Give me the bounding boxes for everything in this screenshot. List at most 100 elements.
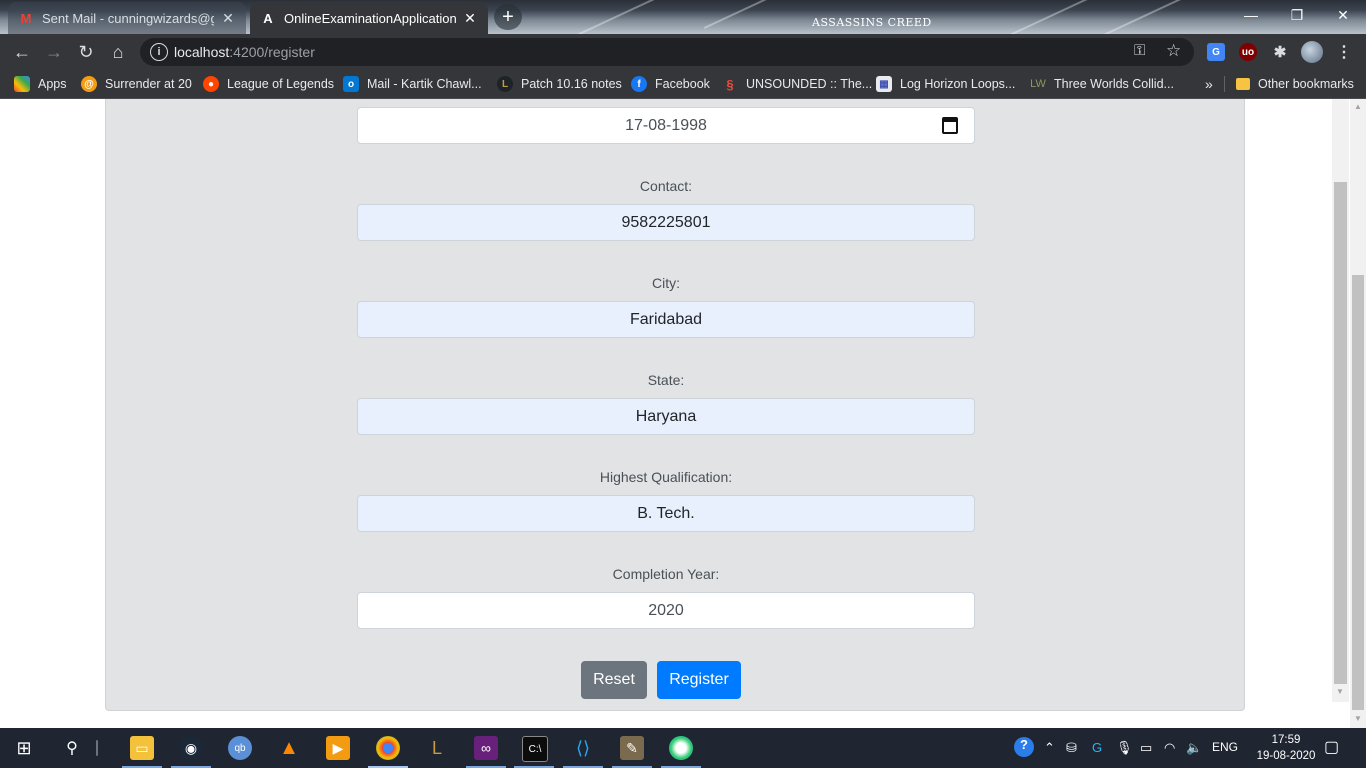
bookmark-surrender-at-20[interactable]: @ Surrender at 20 (81, 76, 192, 92)
media-player-icon[interactable]: ▶ (326, 736, 350, 760)
register-button[interactable]: Register (657, 661, 741, 699)
background-streak (565, 0, 675, 34)
background-streak (703, 0, 787, 29)
vscode-icon[interactable]: ⟨⟩ (571, 736, 595, 760)
url-text[interactable]: localhost:4200/register (174, 44, 315, 60)
taskbar-clock[interactable]: 17:59 19-08-2020 (1246, 732, 1326, 764)
bookmark-mail[interactable]: o Mail - Kartik Chawl... (343, 76, 482, 92)
close-icon[interactable]: ✕ (462, 10, 478, 27)
apps-grid-icon (14, 76, 30, 92)
visual-studio-icon[interactable]: ∞ (474, 736, 498, 760)
vlc-icon[interactable]: ▲ (277, 736, 301, 760)
tab-online-examination[interactable]: A OnlineExaminationApplication ✕ (250, 2, 488, 34)
bookmark-patch-notes[interactable]: L Patch 10.16 notes (497, 76, 622, 92)
bookmark-apps[interactable]: Apps (14, 76, 67, 92)
chevron-up-icon[interactable]: ▲ (1354, 102, 1362, 111)
bookmark-league-of-legends[interactable]: ● League of Legends (203, 76, 334, 92)
outlook-icon: o (343, 76, 359, 92)
page-scrollbar-thumb[interactable] (1352, 275, 1364, 710)
clock-date: 19-08-2020 (1256, 750, 1316, 762)
file-explorer-icon[interactable]: ▭ (130, 736, 154, 760)
lw-icon: LW (1030, 78, 1046, 90)
card-scrollbar-thumb[interactable] (1334, 182, 1347, 684)
bookmark-other-bookmarks[interactable]: Other bookmarks (1236, 76, 1354, 92)
url-path: :4200/register (229, 44, 315, 60)
state-value: Haryana (635, 407, 697, 425)
calendar-icon[interactable] (942, 117, 958, 134)
contact-label: Contact: (639, 178, 693, 194)
profile-avatar[interactable] (1301, 41, 1323, 63)
steam-icon[interactable]: ◉ (179, 736, 203, 760)
reset-button[interactable]: Reset (581, 661, 647, 699)
surrender-icon: @ (81, 76, 97, 92)
page-scrollbar[interactable]: ▲ ▼ (1350, 99, 1366, 728)
card-scrollbar[interactable]: ▼ (1332, 99, 1349, 702)
notification-icon[interactable]: ▢ (1324, 737, 1339, 757)
bookmarks-overflow-button[interactable]: » (1205, 76, 1213, 92)
bookmark-log-horizon[interactable]: ▦ Log Horizon Loops... (876, 76, 1015, 92)
bookmarks-separator (1224, 76, 1225, 92)
back-arrow-icon[interactable]: ← (10, 40, 34, 64)
bookmark-three-worlds[interactable]: LW Three Worlds Collid... (1030, 76, 1174, 92)
completion-year-input[interactable]: 2020 (357, 592, 975, 629)
key-icon[interactable]: ⚿ (1134, 42, 1145, 59)
extensions-puzzle-icon[interactable]: ✱ (1271, 43, 1289, 61)
microphone-icon[interactable]: 🎙 (1116, 740, 1133, 756)
chevron-down-icon[interactable]: ▼ (1354, 714, 1362, 723)
app-icon[interactable] (669, 736, 693, 760)
contact-input[interactable]: 9582225801 (357, 204, 975, 241)
tools-icon[interactable]: ✎ (620, 736, 644, 760)
menu-kebab-icon[interactable]: ⋮ (1335, 43, 1353, 61)
bookmarks-bar: Apps @ Surrender at 20 ● League of Legen… (0, 70, 1366, 99)
qbittorrent-icon[interactable]: qb (228, 736, 252, 760)
home-icon[interactable]: ⌂ (106, 40, 130, 64)
tab-title: Sent Mail - cunningwizards@gm (42, 10, 214, 26)
theme-logo: ASSASSINS CREED (812, 16, 932, 29)
minimize-button[interactable]: — (1228, 0, 1274, 30)
close-icon[interactable]: ✕ (220, 10, 236, 27)
league-client-icon[interactable]: L (425, 736, 449, 760)
new-tab-button[interactable]: + (494, 4, 522, 30)
wifi-icon[interactable]: ◠ (1164, 740, 1175, 756)
background-streak (1104, 0, 1206, 34)
tab-sent-mail[interactable]: M Sent Mail - cunningwizards@gm ✕ (8, 2, 246, 34)
chevron-up-icon[interactable]: ⌃ (1044, 740, 1055, 756)
battery-icon[interactable]: ▭ (1140, 740, 1152, 756)
city-label: City: (652, 275, 680, 291)
close-window-button[interactable]: ✕ (1320, 0, 1366, 30)
search-icon[interactable]: ⚲ (60, 736, 84, 760)
logitech-icon[interactable]: G (1092, 740, 1102, 755)
bookmark-unsounded[interactable]: § UNSOUNDED :: The... (722, 76, 872, 92)
qualification-value: B. Tech. (637, 504, 695, 522)
windows-start-icon[interactable]: ⊞ (12, 736, 36, 760)
qualification-label: Highest Qualification: (599, 469, 733, 485)
volume-icon[interactable]: 🔈 (1186, 740, 1202, 756)
city-input[interactable]: Faridabad (357, 301, 975, 338)
ublock-extension-icon[interactable]: uo (1239, 43, 1257, 61)
network-drive-icon[interactable]: ⛁ (1066, 740, 1077, 756)
lol-icon: L (497, 76, 513, 92)
terminal-icon[interactable]: C:\ (522, 736, 548, 762)
clock-time: 17:59 (1271, 734, 1301, 746)
chevron-down-icon[interactable]: ▼ (1336, 687, 1344, 696)
bookmark-facebook[interactable]: f Facebook (631, 76, 710, 92)
address-bar[interactable]: i localhost:4200/register ⚿ ☆ (140, 38, 1194, 66)
translate-extension-icon[interactable]: G (1207, 43, 1225, 61)
chrome-icon[interactable] (376, 736, 400, 760)
qualification-input[interactable]: B. Tech. (357, 495, 975, 532)
bookmark-label: Apps (38, 77, 67, 91)
help-icon[interactable]: ? (1014, 737, 1034, 757)
forward-arrow-icon[interactable]: → (42, 40, 66, 64)
reload-icon[interactable]: ↻ (74, 40, 98, 64)
bookmark-label: Facebook (655, 77, 710, 91)
site-info-icon[interactable]: i (150, 43, 168, 61)
restore-button[interactable]: ❐ (1274, 0, 1320, 30)
star-icon[interactable]: ☆ (1166, 41, 1181, 61)
background-streak (967, 0, 1113, 34)
language-indicator[interactable]: ENG (1212, 740, 1238, 754)
bookmark-label: Other bookmarks (1258, 77, 1354, 91)
state-input[interactable]: Haryana (357, 398, 975, 435)
url-host: localhost (174, 44, 230, 60)
dob-input[interactable]: 17-08-1998 (357, 107, 975, 144)
completion-year-value: 2020 (648, 601, 684, 619)
